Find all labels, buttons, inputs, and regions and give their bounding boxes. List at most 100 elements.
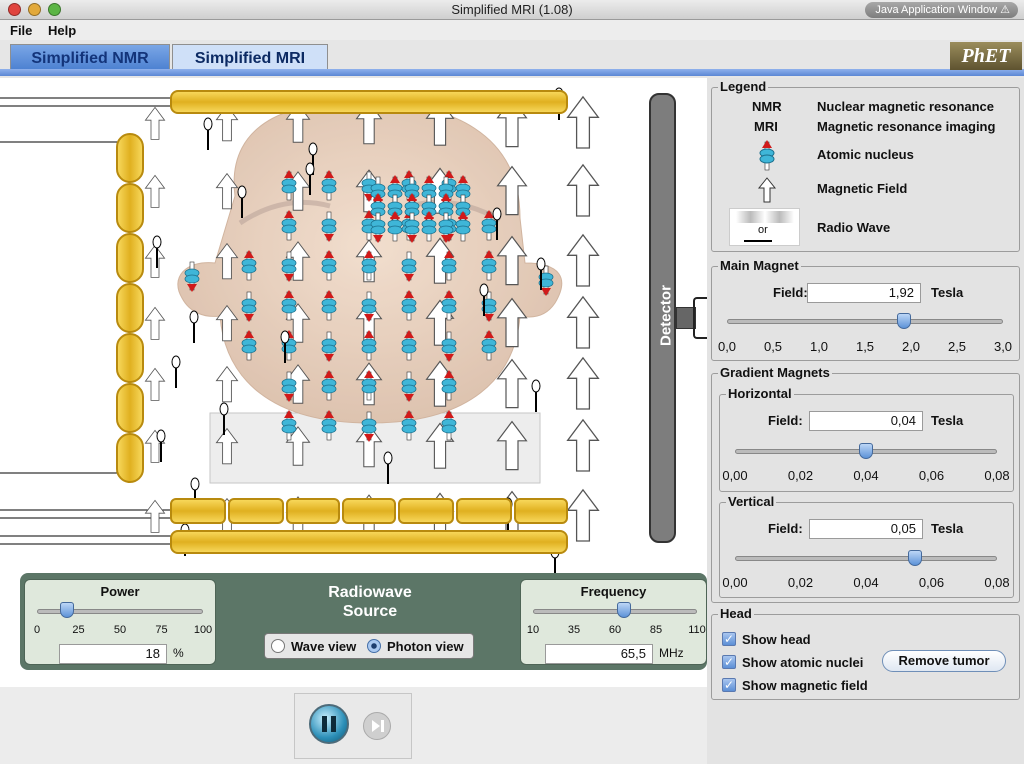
vertical-slider-track[interactable] xyxy=(735,556,997,561)
tick-label: 1,0 xyxy=(809,339,829,354)
field-arrow-shape xyxy=(216,366,238,403)
tick-label: 2,0 xyxy=(901,339,921,354)
left-coil-1 xyxy=(116,133,144,183)
radio-photon xyxy=(531,379,541,413)
simulation-canvas: Power 0 25 50 75 100 18 % Radiowave Source W… xyxy=(0,78,707,687)
power-control: Power 0 25 50 75 100 18 % xyxy=(24,579,216,665)
field-arrow xyxy=(144,174,166,208)
view-mode-group: Wave view Photon view xyxy=(264,633,474,659)
field-arrow xyxy=(567,296,599,349)
coil-wires xyxy=(0,97,172,545)
show-field-checkbox[interactable]: ✓ xyxy=(722,678,736,692)
radio-photon xyxy=(203,117,213,151)
step-icon xyxy=(372,720,384,732)
tick-label: 2,5 xyxy=(947,339,967,354)
legend-field-text: Magnetic Field xyxy=(817,181,908,196)
step-button[interactable] xyxy=(363,712,391,740)
menu-file[interactable]: File xyxy=(10,23,32,38)
tick-label: 0,04 xyxy=(853,575,879,590)
frequency-control: Frequency 10 35 60 85 110 65,5 MHz xyxy=(520,579,707,665)
tick-label: 3,0 xyxy=(993,339,1013,354)
wave-view-label: Wave view xyxy=(291,639,357,654)
radiowave-title-line2: Source xyxy=(342,603,398,620)
field-arrow xyxy=(144,499,166,533)
field-arrow-shape xyxy=(567,357,599,410)
bottom-coil-7 xyxy=(514,498,568,524)
tick-label: 0,04 xyxy=(853,468,879,483)
field-arrow-shape xyxy=(567,489,599,542)
main-field-slider-track[interactable] xyxy=(727,319,1003,324)
horizontal-title: Horizontal xyxy=(726,386,794,401)
radiowave-title: Radiowave Source xyxy=(260,583,480,621)
legend-nmr-text: Nuclear magnetic resonance xyxy=(817,99,995,114)
field-arrow-shape xyxy=(567,234,599,287)
frequency-slider-track[interactable] xyxy=(533,609,697,614)
frequency-label: Frequency xyxy=(580,584,647,599)
bottom-coil-4 xyxy=(342,498,396,524)
frequency-value-field[interactable]: 65,5 xyxy=(545,644,653,664)
main-field-label: Field: xyxy=(773,285,808,300)
power-slider-thumb[interactable] xyxy=(59,602,74,618)
main-field-slider-thumb[interactable] xyxy=(896,313,911,329)
tick-label: 0,08 xyxy=(984,468,1010,483)
radio-photon xyxy=(171,355,181,389)
wave-view-radio[interactable] xyxy=(271,639,285,653)
vertical-field-unit: Tesla xyxy=(931,521,964,536)
field-arrow-shape xyxy=(567,419,599,472)
detector-wire xyxy=(693,297,707,339)
tab-simplified-mri[interactable]: Simplified MRI xyxy=(172,44,328,71)
tick-label: 0 xyxy=(33,624,41,636)
show-nuclei-label: Show atomic nuclei xyxy=(742,655,864,670)
legend-or: or xyxy=(758,224,768,236)
horizontal-field-label: Field: xyxy=(768,413,803,428)
legend-group: Legend NMR Nuclear magnetic resonance MR… xyxy=(711,79,1020,252)
bottom-main-coil xyxy=(170,530,568,554)
left-coil-5 xyxy=(116,333,144,383)
gradient-title: Gradient Magnets xyxy=(718,365,832,380)
wave-swatch xyxy=(736,211,794,223)
vertical-slider-thumb[interactable] xyxy=(908,550,923,566)
tick-label: 100 xyxy=(193,624,213,636)
field-arrow-shape xyxy=(144,244,166,278)
vertical-field-input[interactable]: 0,05 xyxy=(809,519,923,539)
bottom-coil-1 xyxy=(170,498,226,524)
legend-mri-text: Magnetic resonance imaging xyxy=(817,119,996,134)
frequency-slider-thumb[interactable] xyxy=(617,602,632,618)
tab-underline xyxy=(0,69,1024,76)
detector: Detector xyxy=(649,93,676,543)
horizontal-field-input[interactable]: 0,04 xyxy=(809,411,923,431)
legend-mri-abbr: MRI xyxy=(754,119,778,134)
pause-icon xyxy=(322,716,336,732)
field-arrow xyxy=(144,306,166,340)
vertical-group: Vertical Field: 0,05 Tesla 0,00 0,02 0,04 0… xyxy=(719,494,1014,598)
legend-title: Legend xyxy=(718,79,769,94)
vertical-title: Vertical xyxy=(726,494,777,509)
field-arrow-shape xyxy=(144,107,166,140)
remove-tumor-button[interactable]: Remove tumor xyxy=(882,650,1006,672)
field-arrow xyxy=(567,234,599,287)
top-gradient-coil xyxy=(170,90,568,114)
tick-label: 0,00 xyxy=(722,468,748,483)
field-arrow-shape xyxy=(144,499,166,533)
tick-label: 25 xyxy=(72,624,85,636)
photon-view-radio[interactable] xyxy=(367,639,381,653)
field-arrow xyxy=(567,164,599,217)
power-value-field[interactable]: 18 xyxy=(59,644,167,664)
phet-logo: PhET xyxy=(950,42,1022,70)
tab-simplified-nmr[interactable]: Simplified NMR xyxy=(10,44,170,71)
warning-icon: ⚠ xyxy=(1000,4,1010,16)
horizontal-slider-thumb[interactable] xyxy=(859,443,873,459)
field-arrow xyxy=(144,244,166,278)
bottom-coil-5 xyxy=(398,498,454,524)
show-head-checkbox[interactable]: ✓ xyxy=(722,632,736,646)
badge-label: Java Application Window xyxy=(875,4,998,16)
tick-label: 50 xyxy=(113,624,127,636)
menu-help[interactable]: Help xyxy=(48,23,76,38)
legend-radio-text: Radio Wave xyxy=(817,220,891,235)
field-arrow-shape xyxy=(144,174,166,208)
show-nuclei-checkbox[interactable]: ✓ xyxy=(722,655,736,669)
photon-swatch xyxy=(744,240,772,242)
main-field-input[interactable]: 1,92 xyxy=(807,283,921,303)
vertical-field-label: Field: xyxy=(768,521,803,536)
pause-button[interactable] xyxy=(309,704,349,744)
